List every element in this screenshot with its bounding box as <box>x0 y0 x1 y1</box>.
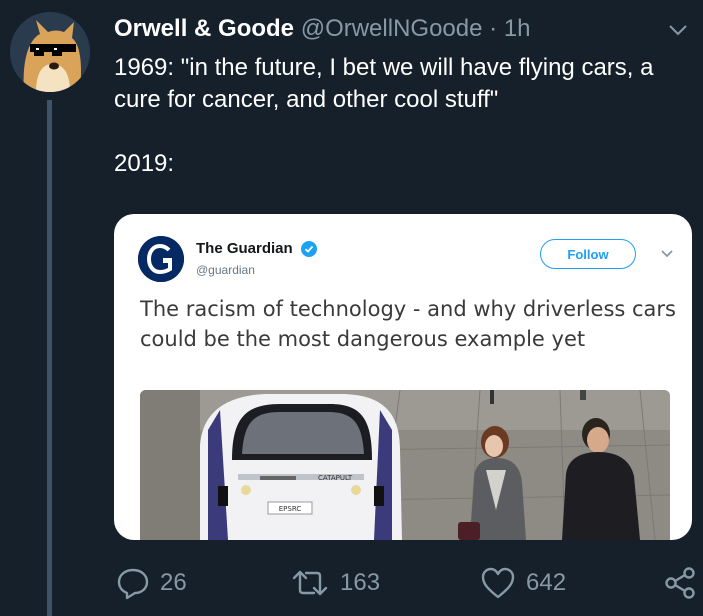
reply-icon <box>117 568 149 600</box>
embedded-handle[interactable]: @guardian <box>196 263 255 277</box>
chevron-down-icon[interactable] <box>667 22 689 38</box>
retweet-icon <box>292 570 328 596</box>
reply-count: 26 <box>160 569 187 596</box>
display-name[interactable]: Orwell & Goode <box>114 15 294 42</box>
embedded-name-text: The Guardian <box>196 240 293 257</box>
guardian-logo-icon[interactable] <box>138 236 184 282</box>
car-plate: EPSRC <box>279 505 302 513</box>
reply-button[interactable]: 26 <box>116 566 187 600</box>
retweet-count: 163 <box>340 569 381 596</box>
thread-line <box>47 100 52 616</box>
retweet-button[interactable]: 163 <box>290 566 380 600</box>
embedded-tweet-card[interactable]: The Guardian @guardian Follow The racism… <box>114 214 692 540</box>
share-icon <box>665 567 695 599</box>
car-brand: CATAPULT <box>318 474 353 482</box>
tweet-text: 1969: "in the future, I bet we will have… <box>114 52 684 180</box>
like-count: 642 <box>526 569 567 596</box>
tweet-header: Orwell & Goode @OrwellNGoode · 1h <box>114 14 683 44</box>
follow-button[interactable]: Follow <box>540 239 636 269</box>
timestamp[interactable]: 1h <box>504 15 531 42</box>
article-photo[interactable]: EPSRC CATAPULT <box>140 390 670 540</box>
verified-badge-icon <box>300 241 317 258</box>
embedded-display-name[interactable]: The Guardian <box>196 240 317 258</box>
separator-dot: · <box>489 15 498 42</box>
share-button[interactable] <box>664 566 696 600</box>
embedded-headline: The racism of technology - and why drive… <box>140 297 676 351</box>
like-button[interactable]: 642 <box>480 566 566 600</box>
user-handle[interactable]: @OrwellNGoode <box>301 15 483 42</box>
tweet-text-line: 2019: <box>114 150 175 177</box>
heart-icon <box>481 567 515 599</box>
chevron-down-icon[interactable] <box>660 249 674 259</box>
doge-avatar-icon <box>10 12 90 92</box>
tweet-text-line: 1969: "in the future, I bet we will have… <box>114 54 654 113</box>
avatar[interactable] <box>10 12 90 92</box>
tweet-actions: 26 163 642 <box>108 566 703 606</box>
